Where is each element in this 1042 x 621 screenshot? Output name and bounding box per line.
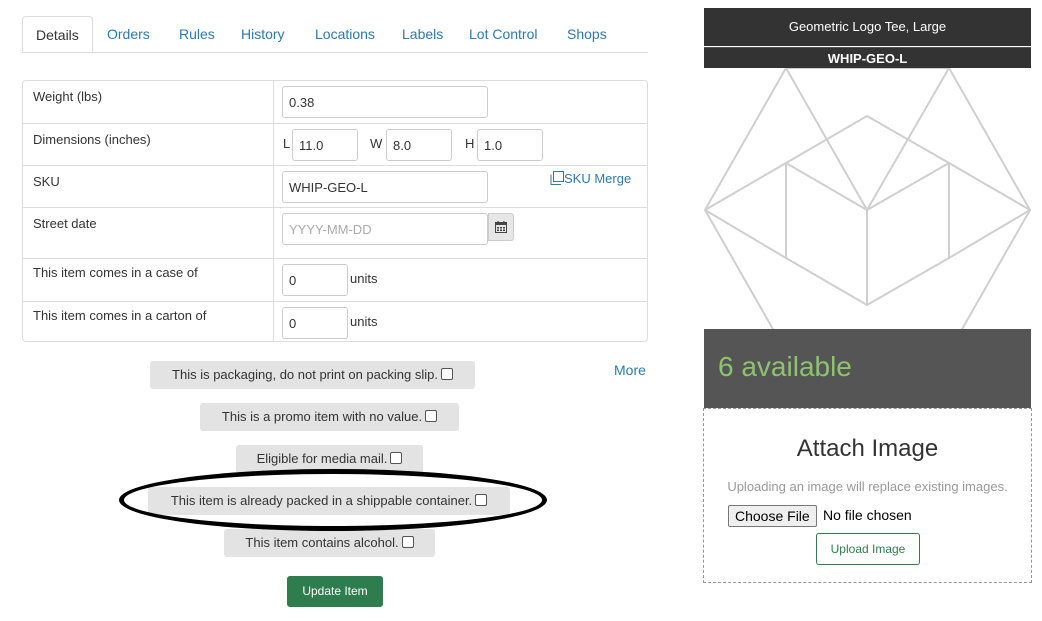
dim-h-tag: H bbox=[465, 136, 475, 151]
alcohol-checkbox[interactable] bbox=[401, 536, 414, 548]
media-mail-option: Eligible for media mail. bbox=[236, 445, 423, 473]
product-sku: WHIP-GEO-L bbox=[704, 47, 1031, 68]
packaging-label: This is packaging, do not print on packi… bbox=[172, 367, 438, 382]
alcohol-label: This item contains alcohol. bbox=[245, 535, 399, 550]
sku-input[interactable] bbox=[282, 171, 488, 203]
upload-image-button[interactable]: Upload Image bbox=[816, 533, 920, 565]
packed-label: This item is already packed in a shippab… bbox=[170, 493, 473, 508]
length-input[interactable] bbox=[292, 129, 358, 161]
details-table: Weight (lbs) Dimensions (inches) L W H S… bbox=[22, 80, 648, 342]
tab-labels[interactable]: Labels bbox=[402, 16, 443, 52]
dim-l-tag: L bbox=[283, 136, 291, 151]
tab-lot-control[interactable]: Lot Control bbox=[469, 16, 537, 52]
street-date-label: Street date bbox=[33, 216, 97, 231]
more-link[interactable]: More bbox=[614, 362, 646, 378]
available-count: 6 available bbox=[718, 351, 852, 382]
sku-merge-link[interactable]: SKU Merge bbox=[550, 171, 631, 186]
file-status: No file chosen bbox=[823, 507, 912, 523]
sku-merge-label: SKU Merge bbox=[564, 171, 632, 186]
tab-history[interactable]: History bbox=[241, 16, 285, 52]
copy-icon bbox=[550, 171, 564, 185]
promo-option: This is a promo item with no value. bbox=[200, 403, 459, 431]
calendar-icon bbox=[495, 221, 507, 233]
tab-orders[interactable]: Orders bbox=[107, 16, 150, 52]
case-qty-input[interactable] bbox=[282, 264, 348, 296]
attach-image-note: Uploading an image will replace existing… bbox=[727, 479, 1008, 494]
packaging-option: This is packaging, do not print on packi… bbox=[150, 361, 475, 389]
weight-label: Weight (lbs) bbox=[33, 89, 103, 104]
case-label: This item comes in a case of bbox=[33, 265, 198, 280]
street-date-row: Street date bbox=[23, 207, 647, 258]
packed-option: This item is already packed in a shippab… bbox=[148, 487, 510, 515]
placeholder-hexagon-image bbox=[704, 68, 1031, 329]
tab-details[interactable]: Details bbox=[22, 16, 93, 52]
packed-checkbox[interactable] bbox=[475, 494, 488, 506]
tab-locations[interactable]: Locations bbox=[315, 16, 375, 52]
carton-units-label: units bbox=[350, 314, 378, 329]
media-mail-label: Eligible for media mail. bbox=[256, 451, 388, 466]
weight-row: Weight (lbs) bbox=[23, 81, 647, 123]
dim-w-tag: W bbox=[370, 136, 383, 151]
sku-label: SKU bbox=[33, 174, 60, 189]
case-units-label: units bbox=[350, 271, 378, 286]
tab-rules[interactable]: Rules bbox=[179, 16, 215, 52]
height-input[interactable] bbox=[477, 129, 543, 161]
calendar-button[interactable] bbox=[488, 213, 514, 241]
update-item-button[interactable]: Update Item bbox=[287, 576, 383, 607]
street-date-input[interactable] bbox=[282, 213, 488, 245]
width-input[interactable] bbox=[386, 129, 452, 161]
availability-banner: 6 available bbox=[704, 329, 1031, 408]
sku-row: SKU SKU Merge bbox=[23, 165, 647, 207]
dimensions-label: Dimensions (inches) bbox=[33, 132, 151, 147]
carton-label: This item comes in a carton of bbox=[33, 308, 207, 323]
tab-shops[interactable]: Shops bbox=[567, 16, 607, 52]
attach-image-panel: Attach Image Uploading an image will rep… bbox=[703, 408, 1032, 583]
promo-checkbox[interactable] bbox=[425, 410, 438, 422]
media-mail-checkbox[interactable] bbox=[390, 452, 403, 464]
case-row: This item comes in a case of units bbox=[23, 258, 647, 301]
attach-image-title: Attach Image bbox=[796, 435, 939, 462]
choose-file-button[interactable]: Choose File bbox=[728, 505, 817, 527]
item-tabs: Details Orders Rules History Locations L… bbox=[22, 16, 648, 53]
weight-input[interactable] bbox=[282, 86, 488, 118]
carton-qty-input[interactable] bbox=[282, 307, 348, 339]
carton-row: This item comes in a carton of units bbox=[23, 301, 647, 341]
dimensions-row: Dimensions (inches) L W H bbox=[23, 123, 647, 165]
alcohol-option: This item contains alcohol. bbox=[224, 529, 435, 557]
promo-label: This is a promo item with no value. bbox=[221, 409, 423, 424]
packaging-checkbox[interactable] bbox=[440, 368, 453, 380]
product-title: Geometric Logo Tee, Large bbox=[704, 8, 1031, 46]
